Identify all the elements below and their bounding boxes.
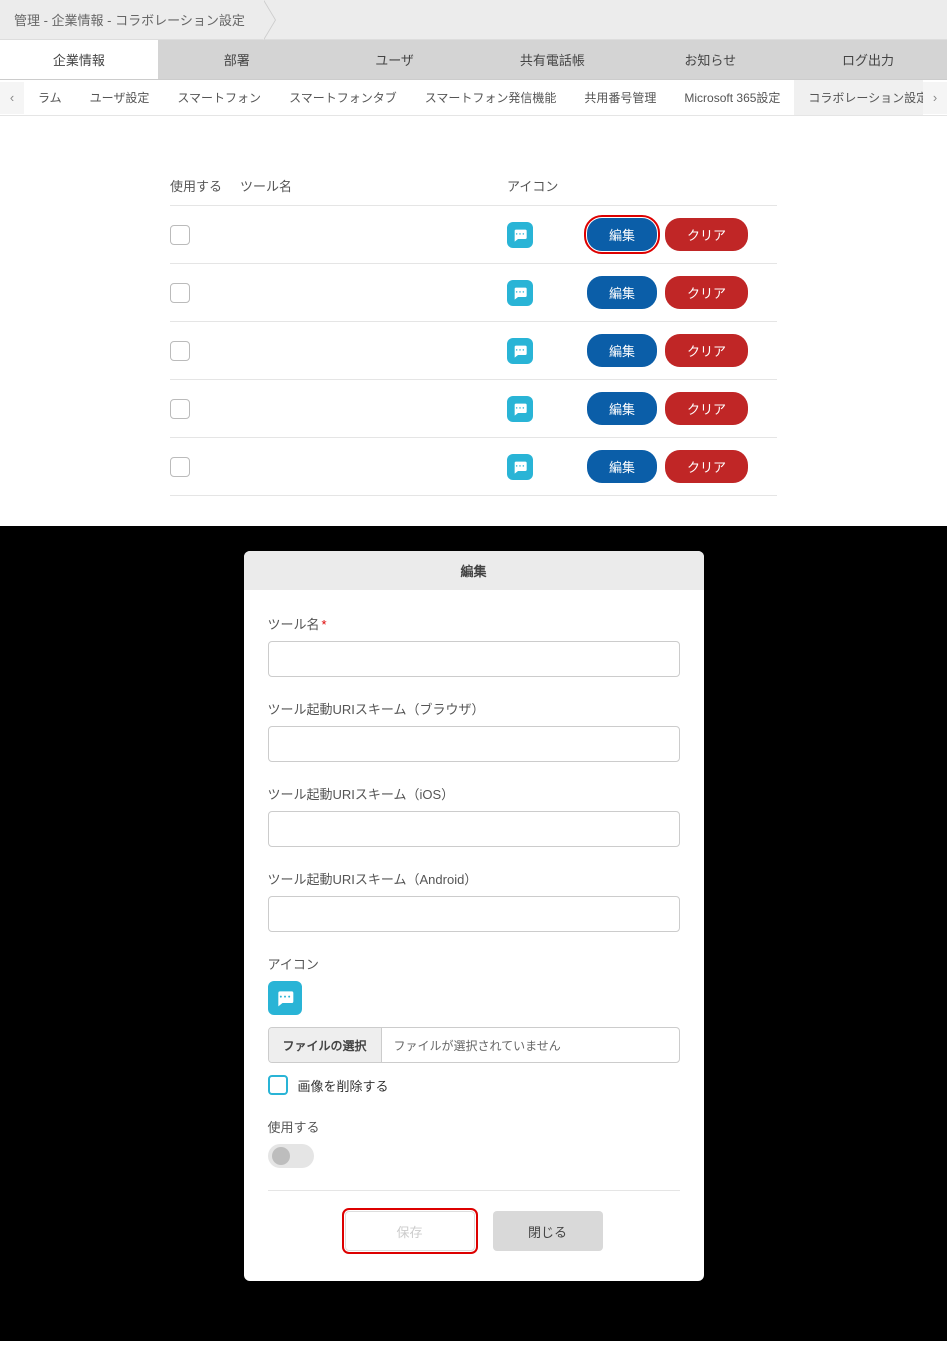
header-tool: ツール名	[240, 176, 507, 195]
label-uri-android: ツール起動URIスキーム（Android）	[268, 869, 680, 888]
sub-tab-2[interactable]: スマートフォン	[163, 80, 275, 115]
collaboration-table-area: 使用する ツール名 アイコン 編集クリア編集クリア編集クリア編集クリア編集クリア	[0, 116, 947, 526]
icon-preview	[268, 981, 302, 1015]
edit-button[interactable]: 編集	[587, 392, 657, 425]
primary-tab-0[interactable]: 企業情報	[0, 40, 158, 79]
label-uri-ios: ツール起動URIスキーム（iOS）	[268, 784, 680, 803]
row-icon	[507, 222, 533, 248]
edit-button[interactable]: 編集	[587, 334, 657, 367]
table-row: 編集クリア	[170, 321, 777, 379]
row-icon	[507, 396, 533, 422]
edit-button[interactable]: 編集	[587, 276, 657, 309]
scroll-left-button[interactable]: ‹	[0, 82, 24, 114]
table-row: 編集クリア	[170, 437, 777, 496]
primary-tab-2[interactable]: ユーザ	[316, 40, 474, 79]
sub-tab-4[interactable]: スマートフォン発信機能	[411, 80, 571, 115]
use-checkbox[interactable]	[170, 457, 190, 477]
use-checkbox[interactable]	[170, 283, 190, 303]
row-icon	[507, 454, 533, 480]
sub-tab-3[interactable]: スマートフォンタブ	[275, 80, 411, 115]
label-tool-name: ツール名*	[268, 614, 680, 633]
delete-image-label: 画像を削除する	[298, 1076, 389, 1095]
sub-tab-6[interactable]: Microsoft 365設定	[670, 80, 794, 115]
table-row: 編集クリア	[170, 205, 777, 263]
sub-tabs-wrap: ‹ ラムユーザ設定スマートフォンスマートフォンタブスマートフォン発信機能共用番号…	[0, 80, 947, 116]
chat-bubble-icon	[512, 459, 528, 475]
primary-tab-4[interactable]: お知らせ	[631, 40, 789, 79]
table-row: 編集クリア	[170, 379, 777, 437]
input-tool-name[interactable]	[268, 641, 680, 677]
sub-tab-0[interactable]: ラム	[24, 80, 76, 115]
breadcrumb: 管理 - 企業情報 - コラボレーション設定	[0, 0, 263, 39]
use-checkbox[interactable]	[170, 341, 190, 361]
input-uri-browser[interactable]	[268, 726, 680, 762]
primary-tab-1[interactable]: 部署	[158, 40, 316, 79]
modal-title: 編集	[244, 551, 704, 590]
header-icon: アイコン	[507, 176, 587, 195]
clear-button[interactable]: クリア	[665, 392, 748, 425]
sub-tab-5[interactable]: 共用番号管理	[570, 80, 670, 115]
primary-tab-5[interactable]: ログ出力	[789, 40, 947, 79]
edit-button[interactable]: 編集	[587, 450, 657, 483]
sub-tab-1[interactable]: ユーザ設定	[76, 80, 164, 115]
file-select-button[interactable]: ファイルの選択	[269, 1028, 382, 1062]
save-button[interactable]: 保存	[345, 1211, 475, 1251]
use-checkbox[interactable]	[170, 399, 190, 419]
table-row: 編集クリア	[170, 263, 777, 321]
scroll-right-button[interactable]: ›	[923, 82, 947, 114]
label-icon: アイコン	[268, 954, 680, 973]
clear-button[interactable]: クリア	[665, 218, 748, 251]
clear-button[interactable]: クリア	[665, 276, 748, 309]
close-button[interactable]: 閉じる	[493, 1211, 603, 1251]
file-input-row: ファイルの選択 ファイルが選択されていません	[268, 1027, 680, 1063]
primary-tab-3[interactable]: 共有電話帳	[473, 40, 631, 79]
sub-tab-7[interactable]: コラボレーション設定	[794, 80, 923, 115]
chat-bubble-icon	[275, 988, 295, 1008]
chat-bubble-icon	[512, 343, 528, 359]
input-uri-android[interactable]	[268, 896, 680, 932]
clear-button[interactable]: クリア	[665, 334, 748, 367]
chat-bubble-icon	[512, 285, 528, 301]
clear-button[interactable]: クリア	[665, 450, 748, 483]
edit-modal: 編集 ツール名* ツール起動URIスキーム（ブラウザ） ツール起動URIスキーム…	[244, 551, 704, 1281]
use-checkbox[interactable]	[170, 225, 190, 245]
table-header-row: 使用する ツール名 アイコン	[170, 166, 777, 205]
header-use: 使用する	[170, 176, 240, 195]
label-use: 使用する	[268, 1117, 680, 1136]
chat-bubble-icon	[512, 401, 528, 417]
primary-tabs: 企業情報部署ユーザ共有電話帳お知らせログ出力	[0, 40, 947, 80]
row-icon	[507, 338, 533, 364]
edit-button[interactable]: 編集	[587, 218, 657, 251]
input-uri-ios[interactable]	[268, 811, 680, 847]
modal-divider	[268, 1190, 680, 1191]
label-uri-browser: ツール起動URIスキーム（ブラウザ）	[268, 699, 680, 718]
modal-backdrop: 編集 ツール名* ツール起動URIスキーム（ブラウザ） ツール起動URIスキーム…	[0, 526, 947, 1341]
file-status-text: ファイルが選択されていません	[382, 1028, 679, 1062]
chat-bubble-icon	[512, 227, 528, 243]
row-icon	[507, 280, 533, 306]
use-toggle[interactable]	[268, 1144, 314, 1168]
breadcrumb-bar: 管理 - 企業情報 - コラボレーション設定	[0, 0, 947, 40]
delete-image-checkbox[interactable]	[268, 1075, 288, 1095]
